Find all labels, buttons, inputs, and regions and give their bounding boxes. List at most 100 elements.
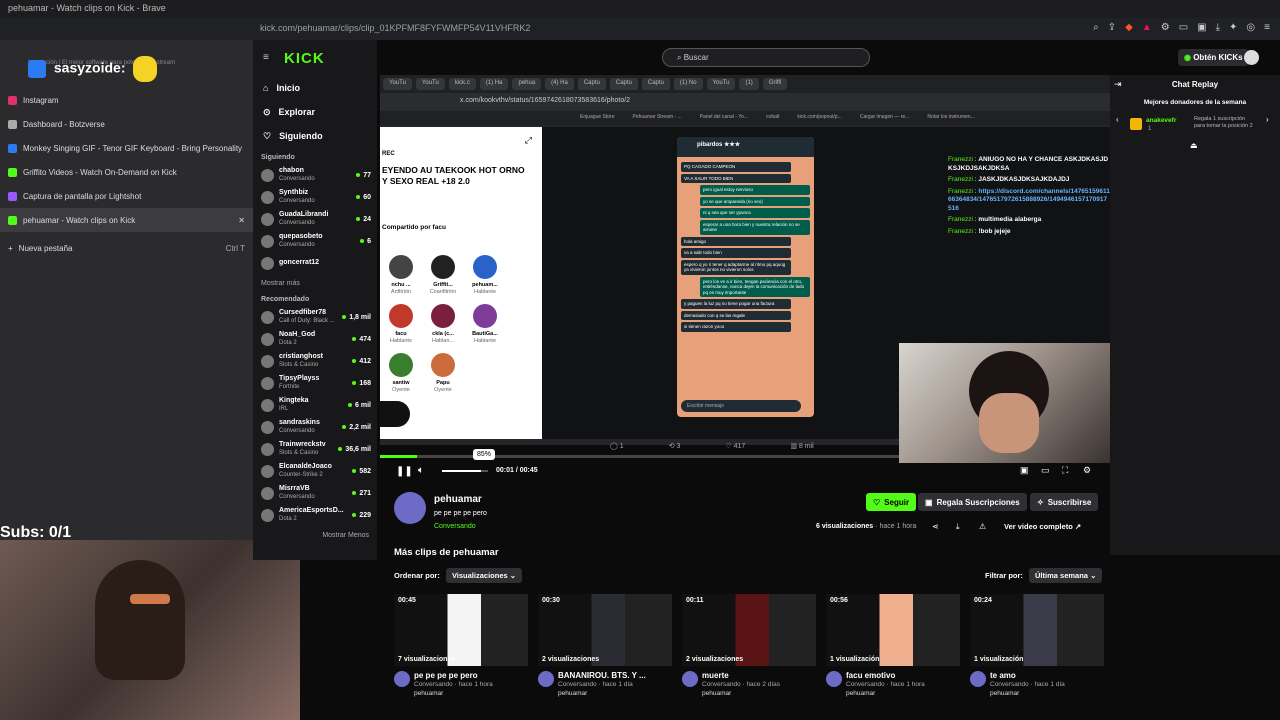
sidebar-icon[interactable]: ▭ xyxy=(1179,22,1188,33)
settings-icon[interactable]: ⚙ xyxy=(1083,465,1091,476)
clip-views: 2 visualizaciones xyxy=(542,656,600,663)
browser-tab[interactable]: Captura de pantalla por Lightshot xyxy=(0,184,253,208)
clip-card[interactable]: 00:24 1 visualización te amo Conversando · … xyxy=(970,594,1104,698)
new-tab-button[interactable]: + Nueva pestaña Ctrl T xyxy=(0,236,253,260)
vpn-icon[interactable]: ◎ xyxy=(1246,22,1255,33)
nav-compass[interactable]: ⊙ Explorar xyxy=(253,100,377,124)
obten-kicks-button[interactable]: ◉ Obtén KICKs xyxy=(1178,49,1249,66)
clip-card[interactable]: 00:56 1 visualización facu emotivo Conversa… xyxy=(826,594,960,698)
address-bar[interactable]: kick.com/pehuamar/clips/clip_01KPFMF8FYF… xyxy=(0,18,1280,40)
clip-thumbnail[interactable]: 00:30 2 visualizaciones xyxy=(538,594,672,666)
channel-item[interactable]: Kingteka IRL 6 mil xyxy=(253,394,377,416)
kick-logo[interactable]: KICK xyxy=(284,50,325,67)
channel-item[interactable]: cristianghost Slots & Casino 412 xyxy=(253,350,377,372)
fullscreen-icon[interactable]: ⛶ xyxy=(1062,465,1068,476)
rewards-icon[interactable]: ▲ xyxy=(1142,22,1152,33)
clip-card[interactable]: 00:45 7 visualizaciones pe pe pe pe pero Co… xyxy=(394,594,528,698)
volume-slider[interactable] xyxy=(442,470,488,472)
search-input[interactable]: ⌕ Buscar xyxy=(662,48,870,67)
gift-subs-button[interactable]: ▣ Regala Suscripciones xyxy=(918,493,1027,511)
subscribe-button[interactable]: ✧ Suscribirse xyxy=(1030,493,1099,511)
filter-dropdown[interactable]: Última semana ⌄ xyxy=(1029,568,1103,583)
channel-item[interactable]: ElcanaldeJoaco Counter-Strike 2 582 xyxy=(253,460,377,482)
browser-tab[interactable]: Dashboard - Botzverse xyxy=(0,112,253,136)
channel-item[interactable]: Synthbiz Conversando 60 xyxy=(253,186,377,208)
channel-item[interactable]: sandraskins Conversando 2,2 mil xyxy=(253,416,377,438)
clip-title[interactable]: pe pe pe pe pero xyxy=(414,671,493,680)
clip-title[interactable]: muerte xyxy=(702,671,780,680)
channel-avatar[interactable] xyxy=(394,492,426,524)
nav-heart[interactable]: ♡ Siguiendo xyxy=(253,124,377,148)
menu-icon[interactable]: ≡ xyxy=(1264,22,1270,33)
gift-cta[interactable]: Regala 1 suscripción para tomar la posic… xyxy=(1194,116,1254,129)
wallet-icon[interactable]: ▣ xyxy=(1197,22,1206,33)
chat-expand-icon[interactable]: ⏏ xyxy=(1190,141,1198,150)
address-text[interactable]: kick.com/pehuamar/clips/clip_01KPFMF8FYF… xyxy=(260,23,530,33)
prev-arrow-icon[interactable]: ‹ xyxy=(1116,115,1119,124)
follow-button[interactable]: ♡ Seguir xyxy=(866,493,917,511)
new-tab-label: Nueva pestaña xyxy=(18,243,73,253)
zoom-icon[interactable]: ⌕ xyxy=(1093,22,1099,33)
sort-dropdown[interactable]: Visualizaciones ⌄ xyxy=(445,568,523,583)
viewer-count-value: 6 xyxy=(367,237,371,245)
volume-icon[interactable]: 🔈︎ xyxy=(418,465,424,476)
browser-tab[interactable]: Instagram xyxy=(0,88,253,112)
extensions-icon[interactable]: ⚙ xyxy=(1161,22,1170,33)
browser-tab[interactable]: Griffito Videos - Watch On-Demand on Kic… xyxy=(0,160,253,184)
channel-name[interactable]: pehuamar xyxy=(434,494,482,505)
theater-icon[interactable]: ▭ xyxy=(1041,465,1050,476)
clip-channel-avatar[interactable] xyxy=(826,671,842,687)
clip-channel[interactable]: pehuamar xyxy=(990,689,1065,698)
close-tab-icon[interactable]: ✕ xyxy=(238,216,245,225)
clip-title[interactable]: facu emotivo xyxy=(846,671,925,680)
pause-icon[interactable]: ❚❚ xyxy=(396,466,413,477)
channel-item[interactable]: AmericaEsportsD... Dota 2 229 xyxy=(253,504,377,526)
show-more-link[interactable]: Mostrar más xyxy=(253,274,377,290)
channel-item[interactable]: chabon Conversando 77 xyxy=(253,164,377,186)
channel-item[interactable]: GuadaLibrandi Conversando 24 xyxy=(253,208,377,230)
channel-item[interactable]: MisrraVB Conversando 271 xyxy=(253,482,377,504)
clip-card[interactable]: 00:30 2 visualizaciones BANANIROU. BTS. Y … xyxy=(538,594,672,698)
full-video-link[interactable]: Ver video completo ↗ xyxy=(1004,522,1081,531)
browser-tab[interactable]: pehuamar - Watch clips on Kick ✕ xyxy=(0,208,253,232)
retweet-action: ⟲ 3 xyxy=(669,442,681,450)
share-icon[interactable]: ⋖ xyxy=(932,522,939,531)
clip-title[interactable]: te amo xyxy=(990,671,1065,680)
channel-item[interactable]: Cursedfiber78 Call of Duty: Black ... 1,8 … xyxy=(253,306,377,328)
hamburger-icon[interactable]: ≡ xyxy=(263,52,269,63)
channel-item[interactable]: quepasobeto Conversando 6 xyxy=(253,230,377,252)
download-icon[interactable]: ⤓ xyxy=(1216,22,1220,33)
clip-channel[interactable]: pehuamar xyxy=(846,689,925,698)
download-icon[interactable]: ⤓ xyxy=(956,522,960,532)
clip-channel-avatar[interactable] xyxy=(682,671,698,687)
channel-item[interactable]: Trainwreckstv Slots & Casino 36,6 mil xyxy=(253,438,377,460)
clip-thumbnail[interactable]: 00:45 7 visualizaciones xyxy=(394,594,528,666)
clip-channel[interactable]: pehuamar xyxy=(702,689,780,698)
report-icon[interactable]: ⚠ xyxy=(979,522,986,531)
donor-name[interactable]: anakevefr xyxy=(1146,117,1176,124)
clip-title[interactable]: BANANIROU. BTS. Y ... xyxy=(558,671,646,680)
channel-item[interactable]: TipsyPlayss Fortnite 168 xyxy=(253,372,377,394)
share-icon[interactable]: ⇪ xyxy=(1108,22,1116,33)
leo-icon[interactable]: ✦ xyxy=(1229,22,1237,33)
channel-item[interactable]: goncerrat12 xyxy=(253,252,377,274)
clip-icon[interactable]: ▣ xyxy=(1020,465,1029,476)
clip-channel-avatar[interactable] xyxy=(538,671,554,687)
clip-channel-avatar[interactable] xyxy=(394,671,410,687)
clip-channel[interactable]: pehuamar xyxy=(414,689,493,698)
browser-tab[interactable]: Monkey Singing GIF - Tenor GIF Keyboard … xyxy=(0,136,253,160)
brave-shield-icon[interactable]: ◆ xyxy=(1125,22,1133,33)
nav-home[interactable]: ⌂ Inicio xyxy=(253,76,377,100)
clip-card[interactable]: 00:11 2 visualizaciones muerte Conversando … xyxy=(682,594,816,698)
channel-item[interactable]: NoaH_God Dota 2 474 xyxy=(253,328,377,350)
viewer-count: 412 xyxy=(352,358,371,365)
clip-thumbnail[interactable]: 00:11 2 visualizaciones xyxy=(682,594,816,666)
clip-thumbnail[interactable]: 00:56 1 visualización xyxy=(826,594,960,666)
clip-channel[interactable]: pehuamar xyxy=(558,689,646,698)
clip-category[interactable]: Conversando xyxy=(434,523,476,530)
clip-channel-avatar[interactable] xyxy=(970,671,986,687)
user-avatar[interactable] xyxy=(1244,50,1259,65)
show-less-link[interactable]: Mostrar Menos xyxy=(253,526,377,542)
next-arrow-icon[interactable]: › xyxy=(1266,115,1269,124)
clip-thumbnail[interactable]: 00:24 1 visualización xyxy=(970,594,1104,666)
